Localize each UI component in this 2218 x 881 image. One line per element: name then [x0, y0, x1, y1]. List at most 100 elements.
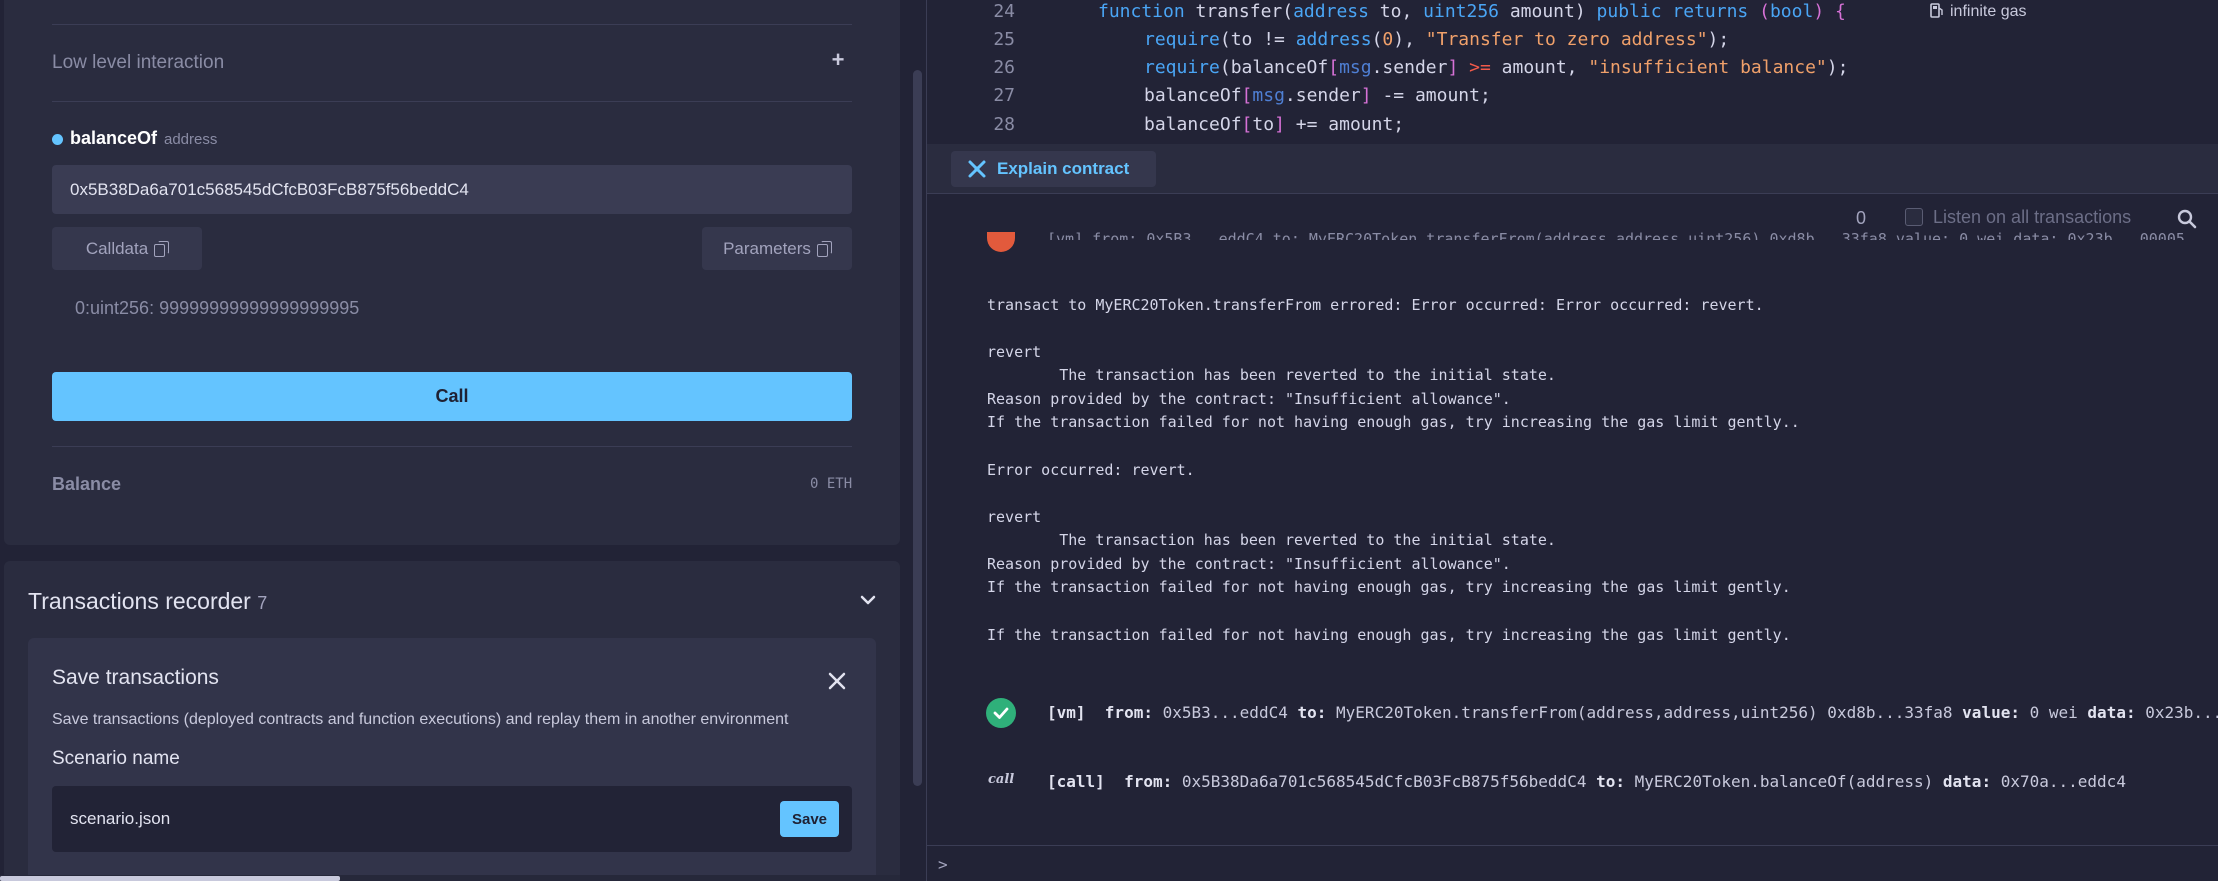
parameters-button[interactable]: Parameters — [702, 227, 852, 270]
tx-data-label: data: — [1942, 772, 1992, 791]
code-token: function — [1098, 1, 1196, 22]
call-button[interactable]: Call — [52, 372, 852, 421]
code-token: amount, — [1490, 57, 1589, 78]
code-token: msg — [1252, 85, 1285, 106]
divider — [52, 446, 852, 447]
save-transactions-title: Save transactions — [52, 666, 219, 689]
code-token: .sender — [1371, 57, 1448, 78]
horizontal-scrollbar-thumb[interactable] — [0, 876, 340, 881]
tx-to-label: to: — [1297, 703, 1327, 722]
listen-checkbox[interactable] — [1905, 208, 1923, 226]
save-button[interactable]: Save — [780, 801, 839, 837]
code-token: bool — [1769, 1, 1814, 22]
code-token: [ — [1328, 57, 1340, 78]
line-number: 27 — [993, 85, 1015, 106]
terminal-log-line: transact to MyERC20Token.transferFrom er… — [987, 296, 1764, 314]
line-number: 28 — [993, 114, 1015, 135]
terminal-log-line: revert — [987, 343, 1042, 361]
copy-icon — [816, 240, 832, 257]
code-token: += amount; — [1284, 114, 1405, 135]
tx-from: 0x5B3...eddC4 — [1162, 703, 1288, 722]
line-number: 26 — [993, 57, 1015, 78]
transaction-vm-row[interactable]: [vm] from: 0x5B3...eddC4 to: MyERC20Toke… — [1047, 703, 2218, 722]
transaction-call-row[interactable]: [call] from: 0x5B38Da6a701c568545dCfcB03… — [1047, 772, 2126, 791]
tx-from-label: from: — [1104, 703, 1153, 722]
terminal-log-line: Reason provided by the contract: "Insuff… — [987, 555, 1511, 573]
tx-data: 0x23b...00005 — [2145, 703, 2218, 722]
tx-from: 0x5B38Da6a701c568545dCfcB03FcB875f56bedd… — [1181, 772, 1587, 791]
tx-data-label: data: — [2087, 703, 2136, 722]
code-token: address — [1293, 1, 1369, 22]
code-line-25[interactable]: require(to != address(0), "Transfer to z… — [1144, 26, 1729, 54]
code-token: transfer( — [1195, 1, 1294, 22]
code-line-27[interactable]: balanceOf[msg.sender] -= amount; — [1144, 82, 1491, 110]
code-token: "insufficient balance" — [1588, 57, 1827, 78]
code-line-26[interactable]: require(balanceOf[msg.sender] >= amount,… — [1144, 54, 1848, 82]
code-token: ( — [1371, 29, 1383, 50]
recorder-title[interactable]: Transactions recorder 7 — [28, 588, 267, 615]
tx-to: MyERC20Token.balanceOf(address) — [1634, 772, 1934, 791]
terminal-log-text: [vm] from: 0x5B3...eddC4 to: MyERC20Toke… — [1047, 230, 2185, 240]
calldata-label: Calldata — [85, 238, 149, 258]
function-dot-icon — [52, 134, 63, 145]
code-token: ) { — [1813, 1, 1846, 22]
call-result: 0:uint256: 99999999999999999995 — [75, 298, 360, 318]
balance-label: Balance — [52, 474, 122, 494]
listen-label: Listen on all transactions — [1933, 207, 2132, 227]
code-token: to — [1252, 114, 1275, 135]
code-token: address — [1295, 29, 1372, 50]
terminal-log-line: Reason provided by the contract: "Insuff… — [987, 390, 1511, 408]
tx-value: 0 wei — [2029, 703, 2078, 722]
tx-tag: [vm] — [1047, 703, 1086, 722]
terminal-input-divider — [927, 845, 2218, 846]
code-token: require — [1144, 57, 1220, 78]
tx-tag: [call] — [1047, 772, 1105, 791]
terminal-prompt[interactable]: > — [938, 855, 948, 874]
balance-value: 0 ETH — [810, 476, 853, 492]
explain-contract-button[interactable]: Explain contract — [951, 151, 1156, 187]
search-icon[interactable] — [2176, 208, 2198, 230]
code-line-24[interactable]: function transfer(address to, uint256 am… — [1098, 0, 1846, 26]
chevron-down-icon[interactable] — [857, 589, 879, 611]
code-token: balanceOf — [1144, 114, 1242, 135]
line-number: 25 — [993, 29, 1015, 50]
code-token: uint256 — [1423, 1, 1499, 22]
code-token: ] — [1447, 57, 1459, 78]
robot-icon — [968, 160, 986, 178]
tx-to: MyERC20Token.transferFrom(address,addres… — [1336, 703, 1953, 722]
code-token: ] — [1360, 85, 1372, 106]
expand-plus-icon[interactable]: + — [828, 49, 848, 71]
code-token: >= — [1458, 57, 1491, 78]
line-number: 24 — [993, 1, 1015, 22]
tx-from-label: from: — [1124, 772, 1173, 791]
gas-pump-icon — [1930, 3, 1943, 18]
code-token: to, — [1368, 1, 1424, 22]
code-token: msg — [1339, 57, 1372, 78]
calldata-button[interactable]: Calldata — [52, 227, 202, 270]
terminal-log-line: Error occurred: revert. — [987, 461, 1195, 479]
terminal-log-line: The transaction has been reverted to the… — [987, 531, 1556, 549]
code-token: require — [1144, 29, 1220, 50]
terminal-log-line: [vm] from: 0x5B3...eddC4 to: MyERC20Toke… — [1047, 230, 2217, 240]
scenario-name-input[interactable] — [70, 806, 470, 832]
close-icon[interactable] — [826, 670, 848, 692]
copy-icon — [154, 240, 170, 257]
low-level-interaction-label: Low level interaction — [52, 52, 225, 73]
function-name: balanceOf — [70, 128, 158, 148]
code-token: (balanceOf — [1219, 57, 1329, 78]
save-transactions-description: Save transactions (deployed contracts an… — [52, 711, 789, 728]
terminal-log-line: The transaction has been reverted to the… — [987, 366, 1556, 384]
code-token: ); — [1826, 57, 1849, 78]
code-token: [ — [1241, 85, 1253, 106]
code-token: 0 — [1382, 29, 1394, 50]
code-token: balanceOf — [1144, 85, 1242, 106]
code-token: (to != — [1219, 29, 1296, 50]
scenario-name-label: Scenario name — [52, 748, 180, 769]
code-token: [ — [1241, 114, 1253, 135]
address-input[interactable] — [52, 165, 852, 214]
terminal-log-line: If the transaction failed for not having… — [987, 626, 1791, 644]
code-line-28[interactable]: balanceOf[to] += amount; — [1144, 111, 1404, 139]
code-token: ] — [1274, 114, 1285, 135]
vertical-scrollbar[interactable] — [913, 70, 922, 786]
code-token: ); — [1707, 29, 1730, 50]
